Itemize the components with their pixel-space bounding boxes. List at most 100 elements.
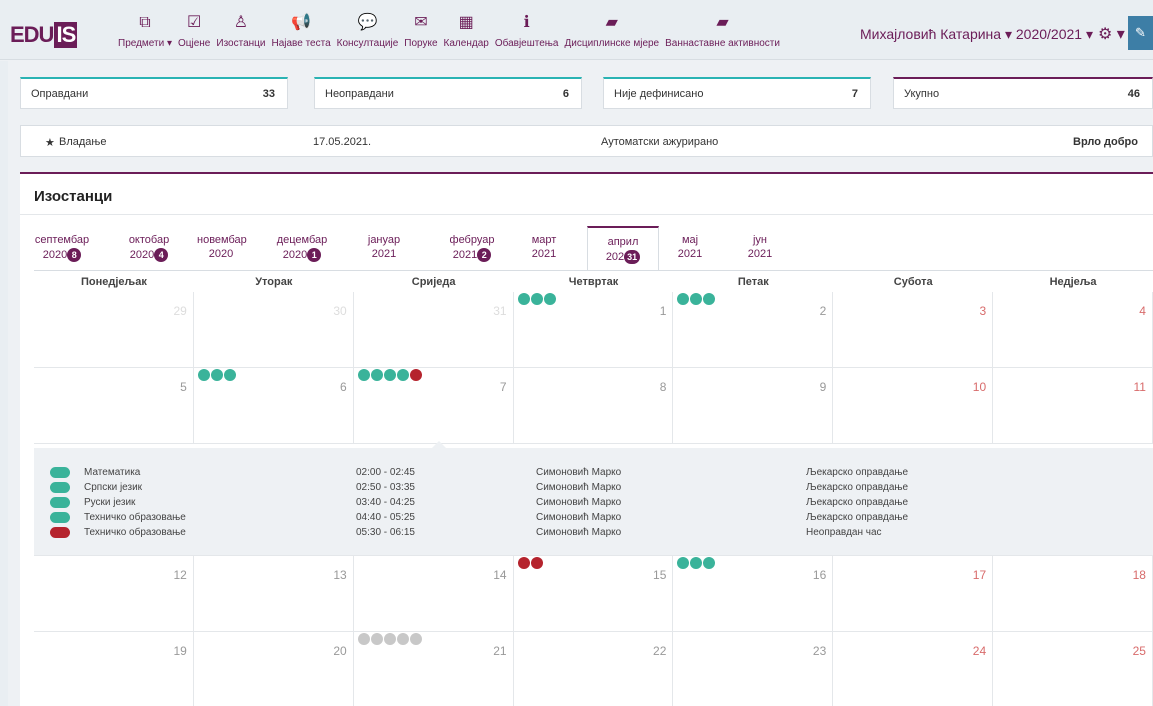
divider [34, 270, 1153, 271]
nav-item[interactable]: 📢 Најаве теста [271, 12, 330, 56]
day-cell[interactable]: 11 [993, 368, 1153, 444]
day-cell[interactable]: 19 [34, 632, 194, 706]
day-details: Математика 02:00 - 02:45 Симоновић Марко Ље… [34, 441, 1153, 556]
top-bar: EDU IS ⧉ Предмети ▾ ☑ Оцјене ♙ Изостанци 📢 Најав… [0, 0, 1153, 60]
day-cell[interactable]: 23 [673, 632, 834, 706]
absence-dots [517, 557, 544, 569]
absence-dot[interactable] [409, 369, 422, 381]
day-cell[interactable]: 18 [993, 556, 1153, 632]
nav-item[interactable]: ⧉ Предмети ▾ [118, 12, 172, 56]
day-number: 4 [1139, 304, 1146, 318]
day-cell[interactable]: 22 [514, 632, 674, 706]
day-cell[interactable]: 15 [513, 556, 674, 632]
day-cell[interactable]: 2 [673, 292, 834, 368]
month-name: јун [752, 234, 768, 246]
year-text: 202 [605, 250, 625, 263]
detail-reason: Љекарско оправдање [806, 512, 909, 523]
pen-icon[interactable]: ✎ [1128, 16, 1153, 50]
month-tab[interactable]: децембар 2020 1 [272, 226, 332, 270]
month-tab[interactable]: мај 2021 [670, 226, 710, 270]
absence-dot[interactable] [396, 633, 409, 645]
day-cell[interactable]: 30 [193, 292, 354, 368]
day-cell[interactable]: 16 [673, 556, 834, 632]
day-number: 13 [333, 568, 347, 582]
detail-subject: Техничко образовање [84, 527, 186, 538]
detail-row: Српски језик 02:50 - 03:35 Симоновић Марко… [34, 481, 1153, 495]
nav-item[interactable]: 💬 Консултације [337, 12, 399, 56]
user-menu[interactable]: Михајловић Катарина ▾ 2020/2021 ▾ [860, 26, 1093, 43]
day-cell[interactable]: 21 [354, 632, 514, 706]
absence-dot[interactable] [530, 557, 543, 569]
month-tab[interactable]: март 2021 [524, 226, 564, 270]
day-cell[interactable]: 13 [193, 556, 354, 632]
detail-teacher: Симоновић Марко [536, 527, 622, 538]
absence-dot[interactable] [223, 369, 236, 381]
day-cell[interactable]: 14 [353, 556, 514, 632]
detail-subject: Руски језик [84, 497, 136, 508]
day-cell[interactable]: 4 [993, 292, 1153, 368]
day-cell[interactable]: 5 [34, 368, 194, 444]
absence-dots [357, 369, 423, 381]
gear-icon[interactable]: ⚙ ▾ [1098, 24, 1125, 44]
absence-dot[interactable] [197, 369, 210, 381]
day-number: 19 [173, 644, 187, 658]
day-cell[interactable]: 25 [993, 632, 1153, 706]
month-name: јануар [367, 234, 401, 246]
day-cell[interactable]: 12 [34, 556, 194, 632]
absence-dot[interactable] [677, 293, 690, 305]
nav-label: Консултације [336, 38, 399, 49]
absence-dot[interactable] [703, 557, 716, 569]
day-cell[interactable]: 24 [833, 632, 994, 706]
day-cell[interactable]: 1 [513, 292, 674, 368]
weekday-label: Четвртак [568, 276, 619, 288]
absence-dot[interactable] [703, 293, 716, 305]
day-cell[interactable]: 8 [513, 368, 674, 444]
day-cell[interactable]: 6 [193, 368, 354, 444]
absence-dot[interactable] [370, 633, 383, 645]
absence-dot[interactable] [517, 293, 530, 305]
absence-dot[interactable] [383, 369, 396, 381]
absence-dot[interactable] [409, 633, 422, 645]
count-badge: 4 [154, 248, 169, 262]
status-pill [50, 527, 70, 538]
absence-dot[interactable] [370, 369, 383, 381]
day-cell[interactable]: 10 [833, 368, 994, 444]
month-tab[interactable]: фебруар 2021 2 [432, 226, 512, 270]
day-cell[interactable]: 9 [673, 368, 834, 444]
nav-item[interactable]: ▰ Ваннаставне активности [665, 12, 780, 56]
month-tab[interactable]: април 202 31 [587, 226, 659, 270]
month-tab[interactable]: новембар 2020 [197, 226, 247, 270]
nav-item[interactable]: ▦ Календар [444, 12, 489, 56]
status-pill [50, 467, 70, 478]
absence-dot[interactable] [396, 369, 409, 381]
day-cell[interactable]: 20 [194, 632, 354, 706]
absence-dot[interactable] [543, 293, 556, 305]
month-year: 2020 [197, 248, 245, 260]
absence-dot[interactable] [690, 293, 703, 305]
app-logo[interactable]: EDU IS [10, 22, 78, 48]
absence-dot[interactable] [517, 557, 530, 569]
nav-item[interactable]: ✉ Поруке [404, 12, 437, 56]
year-text: 2021 [677, 248, 703, 260]
nav-item[interactable]: ♙ Изостанци [216, 12, 265, 56]
absence-dot[interactable] [357, 633, 370, 645]
nav-item[interactable]: ☑ Оцјене [178, 12, 210, 56]
month-tab[interactable]: октобар 2020 4 [124, 226, 174, 270]
day-cell[interactable]: 17 [833, 556, 994, 632]
day-cell[interactable]: 3 [833, 292, 994, 368]
day-cell[interactable]: 31 [353, 292, 514, 368]
absence-dot[interactable] [530, 293, 543, 305]
month-tab[interactable]: јун 2021 [740, 226, 780, 270]
absence-dot[interactable] [677, 557, 690, 569]
nav-item[interactable]: ℹ Обавјештења [495, 12, 559, 56]
year-text: 2021 [371, 248, 397, 260]
month-tab[interactable]: јануар 2021 [364, 226, 404, 270]
absence-dot[interactable] [210, 369, 223, 381]
absence-dot[interactable] [357, 369, 370, 381]
absence-dot[interactable] [383, 633, 396, 645]
day-cell[interactable]: 7 [353, 368, 514, 444]
nav-item[interactable]: ▰ Дисциплинске мјере [564, 12, 659, 56]
day-cell[interactable]: 29 [34, 292, 194, 368]
absence-dot[interactable] [690, 557, 703, 569]
month-tab[interactable]: септембар 2020 8 [34, 226, 90, 270]
